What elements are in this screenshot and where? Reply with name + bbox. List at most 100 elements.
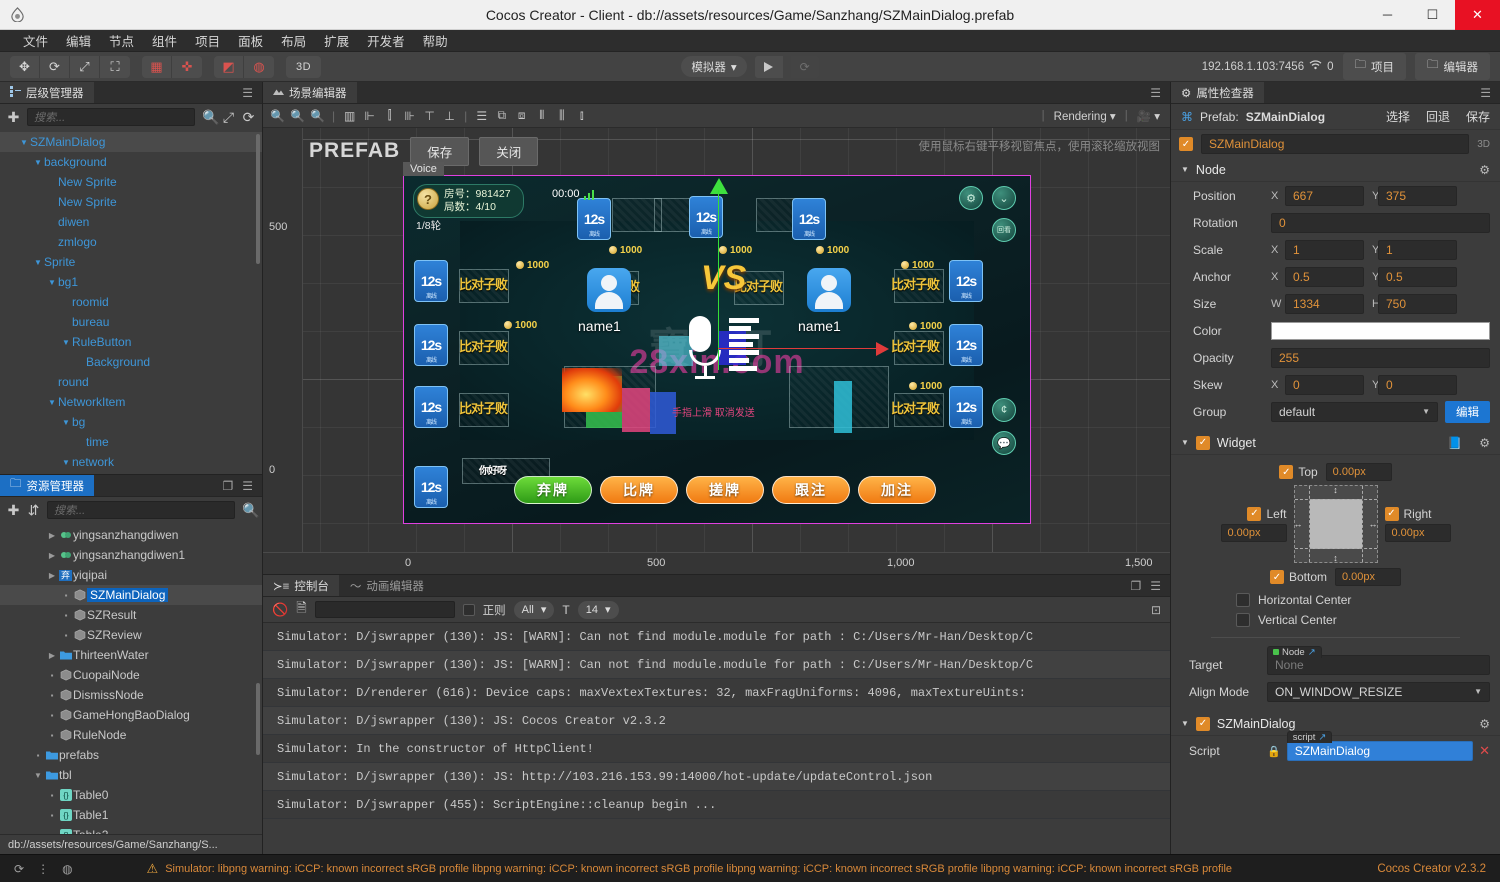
asset-item-table1[interactable]: ▪{}Table1	[0, 805, 262, 825]
widget-help-icon[interactable]: 📘	[1447, 436, 1462, 450]
duplicate-icon[interactable]: ❐	[222, 479, 233, 493]
menu-file[interactable]: 文件	[14, 29, 57, 52]
coin-round-button[interactable]: ¢	[992, 398, 1016, 422]
asset-item-gamehongbaodialog[interactable]: ▪GameHongBaoDialog	[0, 705, 262, 725]
play-button[interactable]	[755, 56, 783, 78]
prefab-select-button[interactable]: 选择	[1386, 108, 1410, 125]
prefab-close-button[interactable]: 关闭	[479, 137, 538, 166]
asset-item-yiqipai[interactable]: ▶弃yiqipai	[0, 565, 262, 585]
hierarchy-node-zmlogo[interactable]: ▪zmlogo	[0, 232, 262, 252]
hierarchy-panel-menu[interactable]: ☰	[233, 82, 262, 103]
color-swatch[interactable]	[1271, 322, 1490, 340]
menu-node[interactable]: 节点	[100, 29, 143, 52]
open-editor-button[interactable]: 🗀 编辑器	[1415, 53, 1490, 80]
action-button-fold[interactable]: 弃牌	[514, 476, 592, 504]
widget-section-header[interactable]: ▼ ✓ Widget 📘 ⚙	[1171, 431, 1500, 455]
chevron-down-icon[interactable]: ▼	[46, 278, 58, 287]
chevron-down-icon[interactable]: ▼	[32, 158, 44, 167]
size-w-input[interactable]: 1334	[1285, 294, 1364, 314]
widget-vcenter-checkbox[interactable]	[1236, 613, 1250, 627]
review-round-button[interactable]: 回看	[992, 218, 1016, 242]
widget-top-checkbox[interactable]: ✓	[1279, 465, 1293, 479]
menu-project[interactable]: 项目	[186, 29, 229, 52]
search-icon[interactable]: 🔍	[242, 502, 255, 519]
console-log-row[interactable]: Simulator: D/jswrapper (130): JS: [WARN]…	[263, 623, 1170, 651]
local-coord-button[interactable]: ◩	[214, 56, 244, 78]
tab-animation-editor[interactable]: 〜 动画编辑器	[340, 575, 435, 596]
target-input[interactable]: None	[1267, 655, 1490, 675]
expand-icon[interactable]: ⤢	[222, 109, 235, 126]
zoom-out-icon[interactable]: 🔍	[289, 107, 306, 125]
align-center-h-icon[interactable]: ⫿	[381, 107, 398, 125]
hierarchy-node-bg[interactable]: ▼bg	[0, 412, 262, 432]
menu-help[interactable]: 帮助	[414, 29, 457, 52]
maximize-button[interactable]: ☐	[1410, 0, 1455, 30]
widget-top-input[interactable]: 0.00px	[1326, 463, 1392, 481]
hierarchy-search-input[interactable]: 搜索...	[27, 108, 195, 126]
align-mode-select[interactable]: ON_WINDOW_RESIZE ▼	[1267, 682, 1490, 702]
close-button[interactable]: ✕	[1455, 0, 1500, 30]
chevron-right-icon[interactable]: ▶	[46, 531, 58, 540]
group-select[interactable]: default ▼	[1271, 402, 1438, 422]
asset-item-thirteenwater[interactable]: ▶ThirteenWater	[0, 645, 262, 665]
add-asset-icon[interactable]: ✚	[7, 502, 20, 519]
menu-component[interactable]: 组件	[143, 29, 186, 52]
log-level-select[interactable]: All ▾	[514, 601, 555, 619]
skew-y-input[interactable]: 0	[1378, 375, 1457, 395]
chevron-down-icon[interactable]: ▼	[32, 258, 44, 267]
align-right-icon[interactable]: ⊪	[401, 107, 418, 125]
gizmo-y-arrow[interactable]	[710, 178, 728, 194]
action-button-raise[interactable]: 加注	[858, 476, 936, 504]
widget-right-input[interactable]: 0.00px	[1385, 524, 1451, 542]
sort-icon[interactable]: ⇵	[27, 502, 40, 519]
hierarchy-node-roomid[interactable]: ▪roomid	[0, 292, 262, 312]
spacing-v-icon[interactable]: ⫼	[553, 107, 570, 125]
hierarchy-node-background[interactable]: ▪Background	[0, 352, 262, 372]
scale-y-input[interactable]: 1	[1378, 240, 1457, 260]
zoom-reset-icon[interactable]: 🔍	[309, 107, 326, 125]
prefab-revert-button[interactable]: 回退	[1426, 108, 1450, 125]
hamburger-icon[interactable]: ☰	[242, 479, 253, 493]
duplicate-icon[interactable]: ❐	[1130, 579, 1141, 593]
menu-developer[interactable]: 开发者	[358, 29, 414, 52]
minimize-button[interactable]: ─	[1365, 0, 1410, 30]
scene-panel-menu[interactable]: ☰	[1141, 82, 1170, 103]
move-tool-button[interactable]: ✥	[10, 56, 40, 78]
zoom-in-icon[interactable]: 🔍	[269, 107, 286, 125]
menu-panel[interactable]: 面板	[229, 29, 272, 52]
collapse-round-button[interactable]: ⌄	[992, 186, 1016, 210]
add-node-icon[interactable]: ✚	[7, 109, 20, 126]
tab-inspector[interactable]: ⚙ 属性检查器	[1171, 82, 1265, 103]
asset-item-table2[interactable]: ▪{}Table2	[0, 825, 262, 834]
align-left-icon[interactable]: ⊩	[361, 107, 378, 125]
distribute-h-icon[interactable]: ☰	[473, 107, 490, 125]
simulator-select[interactable]: 模拟器 ▾	[681, 56, 746, 77]
console-log-list[interactable]: Simulator: D/jswrapper (130): JS: [WARN]…	[263, 623, 1170, 854]
menu-edit[interactable]: 编辑	[57, 29, 100, 52]
hamburger-icon[interactable]: ☰	[1480, 86, 1491, 100]
widget-left-input[interactable]: 0.00px	[1221, 524, 1287, 542]
console-panel-menu[interactable]: ❐ ☰	[1121, 575, 1170, 596]
rect-tool-button[interactable]: ⛶	[100, 56, 130, 78]
distribute-center-icon[interactable]: ⧈	[513, 107, 530, 125]
hierarchy-node-sprite[interactable]: ▼Sprite	[0, 252, 262, 272]
widget-left-toggle[interactable]: ✓ Left	[1247, 507, 1286, 521]
clear-console-icon[interactable]: 🚫	[272, 602, 288, 618]
hamburger-icon[interactable]: ☰	[1150, 86, 1161, 100]
chevron-right-icon[interactable]: ▶	[46, 551, 58, 560]
rotate-tool-button[interactable]: ⟳	[40, 56, 70, 78]
regex-checkbox[interactable]	[463, 604, 475, 616]
export-log-icon[interactable]: 🗎	[296, 599, 306, 621]
sync-icon[interactable]: ⟳	[242, 109, 255, 126]
console-log-row[interactable]: Simulator: D/renderer (616): Device caps…	[263, 679, 1170, 707]
align-left-edge-icon[interactable]: ▥	[341, 107, 358, 125]
settings-round-button[interactable]: ⚙	[959, 186, 983, 210]
chat-round-button[interactable]: 💬	[992, 431, 1016, 455]
status-warning[interactable]: ⚠ Simulator: libpng warning: iCCP: known…	[147, 861, 1232, 877]
anchor-tool-button[interactable]: ✜	[172, 56, 202, 78]
gear-icon[interactable]: ⚙	[1479, 163, 1490, 177]
group-edit-button[interactable]: 编辑	[1445, 401, 1490, 423]
global-coord-button[interactable]: ◍	[244, 56, 274, 78]
opacity-input[interactable]: 255	[1271, 348, 1490, 368]
hierarchy-node-new-sprite[interactable]: ▪New Sprite	[0, 172, 262, 192]
